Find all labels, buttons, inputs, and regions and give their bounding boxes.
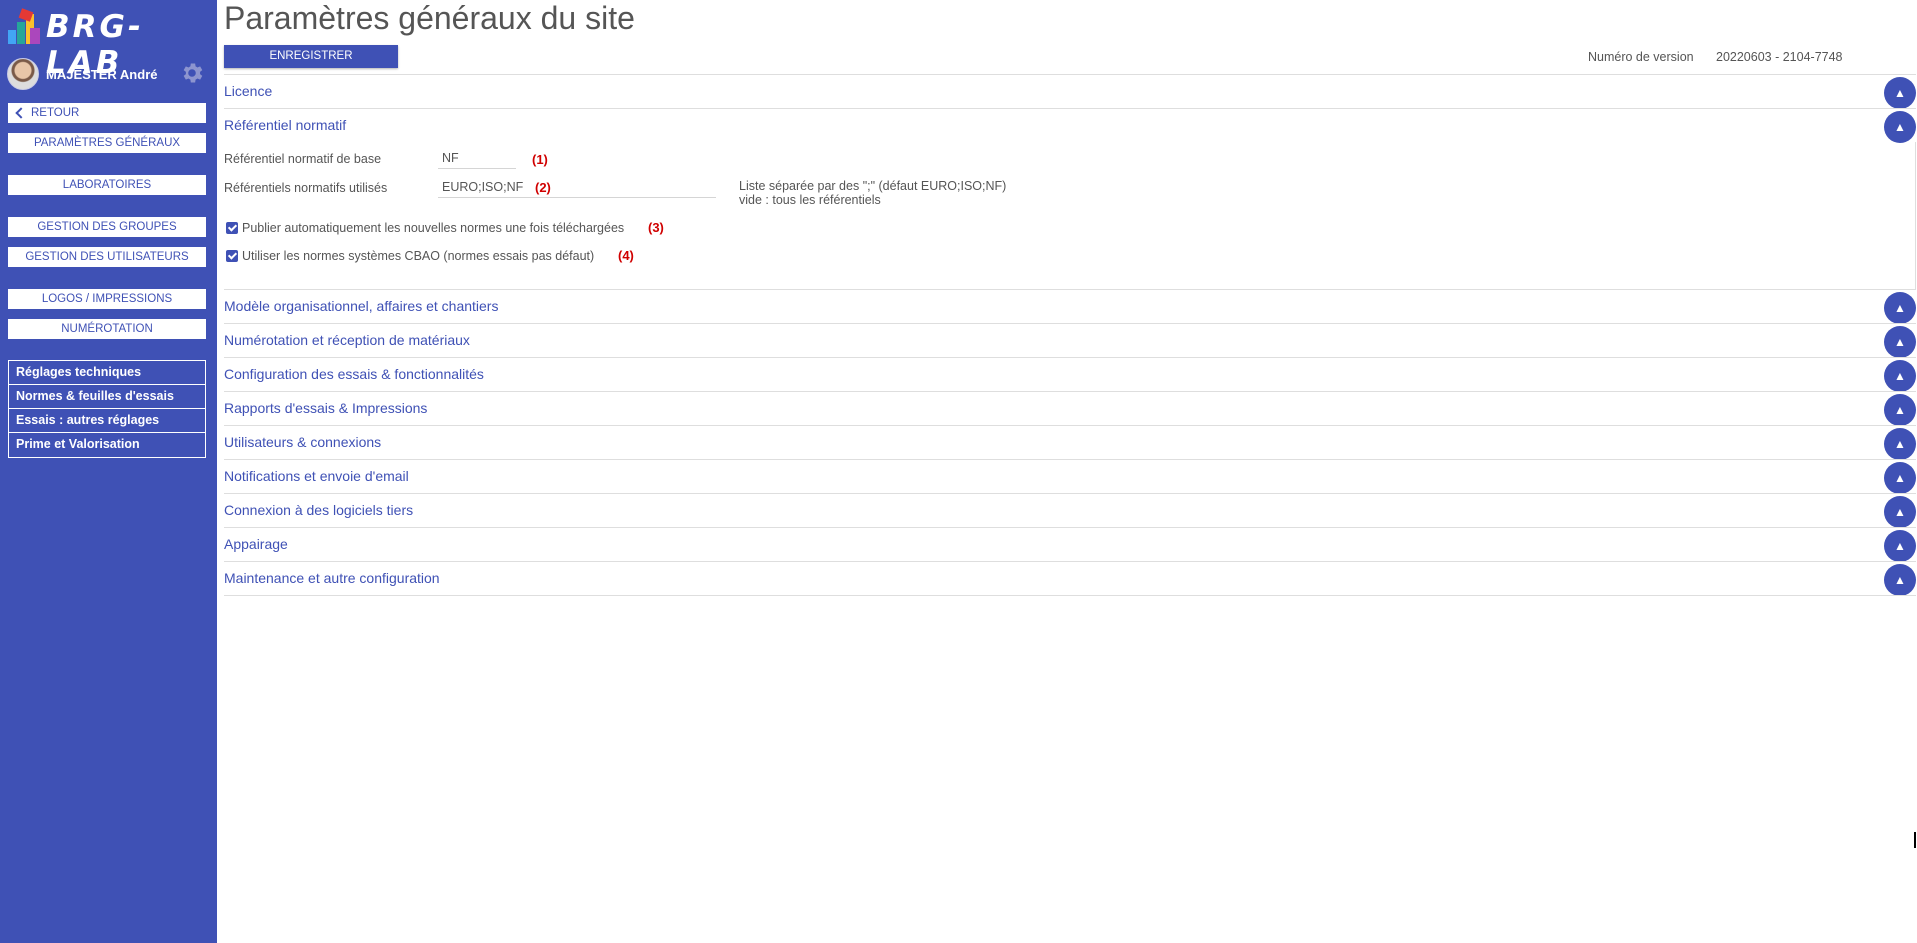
section-label: Maintenance et autre configuration xyxy=(224,570,440,586)
save-button[interactable]: ENREGISTRER xyxy=(224,45,398,68)
section-label: Numérotation et réception de matériaux xyxy=(224,332,470,348)
used-referentiels-input[interactable] xyxy=(438,177,716,198)
sidebar-item-prime-valorisation[interactable]: Prime et Valorisation xyxy=(9,433,205,457)
publish-auto-label[interactable]: Publier automatiquement les nouvelles no… xyxy=(242,221,624,235)
referentiel-normatif-panel: Référentiel normatif de base (1) Référen… xyxy=(224,142,1916,289)
used-referentiels-hint: Liste séparée par des ";" (défaut EURO;I… xyxy=(739,179,1007,193)
nav-parametres-generaux-button[interactable]: PARAMÈTRES GÉNÉRAUX xyxy=(8,133,206,153)
note-marker-2: (2) xyxy=(535,180,551,195)
collapse-toggle-icon[interactable]: ▲ xyxy=(1884,77,1916,109)
avatar[interactable] xyxy=(7,58,39,90)
use-cbao-norms-checkbox[interactable] xyxy=(226,250,238,262)
collapse-toggle-icon[interactable]: ▲ xyxy=(1884,564,1916,596)
back-button[interactable]: RETOUR xyxy=(8,103,206,123)
sidebar-item-essais-reglages[interactable]: Essais : autres réglages xyxy=(9,409,205,433)
collapse-toggle-icon[interactable]: ▲ xyxy=(1884,530,1916,562)
section-label: Appairage xyxy=(224,536,288,552)
base-referentiel-input[interactable] xyxy=(438,148,516,169)
text-cursor xyxy=(1914,832,1916,848)
use-cbao-norms-label[interactable]: Utiliser les normes systèmes CBAO (norme… xyxy=(242,249,594,263)
section-label: Configuration des essais & fonctionnalit… xyxy=(224,366,484,382)
section-appairage[interactable]: Appairage ▲ xyxy=(224,527,1916,562)
version-label: Numéro de version xyxy=(1588,50,1694,64)
page-title: Paramètres généraux du site xyxy=(224,0,635,36)
note-marker-1: (1) xyxy=(532,152,548,167)
chevron-left-icon xyxy=(15,107,27,119)
collapse-toggle-icon[interactable]: ▲ xyxy=(1884,462,1916,494)
nav-gestion-groupes-button[interactable]: GESTION DES GROUPES xyxy=(8,217,206,237)
back-button-label: RETOUR xyxy=(31,107,80,119)
section-label: Utilisateurs & connexions xyxy=(224,434,382,450)
collapse-toggle-icon[interactable]: ▲ xyxy=(1884,326,1916,358)
version-value: 20220603 - 2104-7748 xyxy=(1716,50,1843,64)
section-modele-organisationnel[interactable]: Modèle organisationnel, affaires et chan… xyxy=(224,289,1916,324)
sidebar-item-normes-feuilles[interactable]: Normes & feuilles d'essais xyxy=(9,385,205,409)
section-label: Licence xyxy=(224,83,273,99)
section-label: Rapports d'essais & Impressions xyxy=(224,400,428,416)
collapse-toggle-icon[interactable]: ▲ xyxy=(1884,428,1916,460)
brg-lab-logo[interactable]: BRG-LAB xyxy=(6,6,211,81)
section-rapports-impressions[interactable]: Rapports d'essais & Impressions ▲ xyxy=(224,391,1916,426)
collapse-toggle-icon[interactable]: ▲ xyxy=(1884,111,1916,143)
used-referentiels-label: Référentiels normatifs utilisés xyxy=(224,181,388,195)
section-label: Notifications et envoie d'email xyxy=(224,468,409,484)
section-configuration-essais[interactable]: Configuration des essais & fonctionnalit… xyxy=(224,357,1916,392)
nav-numerotation-button[interactable]: NUMÉROTATION xyxy=(8,319,206,339)
user-profile: MAJESTER André xyxy=(7,58,212,90)
user-name: MAJESTER André xyxy=(46,67,158,82)
logo-icon xyxy=(6,8,42,44)
section-numerotation-reception[interactable]: Numérotation et réception de matériaux ▲ xyxy=(224,323,1916,358)
used-referentiels-hint-empty: vide : tous les référentiels xyxy=(739,193,881,207)
technical-settings-menu: Réglages techniques Normes & feuilles d'… xyxy=(8,360,206,458)
section-logiciels-tiers[interactable]: Connexion à des logiciels tiers ▲ xyxy=(224,493,1916,528)
main-content: Paramètres généraux du site ENREGISTRER … xyxy=(224,0,1917,943)
section-utilisateurs-connexions[interactable]: Utilisateurs & connexions ▲ xyxy=(224,425,1916,460)
collapse-toggle-icon[interactable]: ▲ xyxy=(1884,496,1916,528)
divider xyxy=(224,595,1916,596)
base-referentiel-label: Référentiel normatif de base xyxy=(224,152,382,166)
note-marker-3: (3) xyxy=(648,220,664,235)
nav-logos-impressions-button[interactable]: LOGOS / IMPRESSIONS xyxy=(8,289,206,309)
collapse-toggle-icon[interactable]: ▲ xyxy=(1884,292,1916,324)
section-label: Connexion à des logiciels tiers xyxy=(224,502,414,518)
nav-laboratoires-button[interactable]: LABORATOIRES xyxy=(8,175,206,195)
publish-auto-checkbox[interactable] xyxy=(226,222,238,234)
note-marker-4: (4) xyxy=(618,248,634,263)
nav-gestion-utilisateurs-button[interactable]: GESTION DES UTILISATEURS xyxy=(8,247,206,267)
section-notifications-email[interactable]: Notifications et envoie d'email ▲ xyxy=(224,459,1916,494)
collapse-toggle-icon[interactable]: ▲ xyxy=(1884,360,1916,392)
gear-icon[interactable] xyxy=(179,60,205,86)
sidebar: BRG-LAB MAJESTER André RETOUR PARAMÈTRES… xyxy=(0,0,217,943)
section-referentiel-normatif[interactable]: Référentiel normatif ▲ xyxy=(224,108,1916,143)
section-maintenance[interactable]: Maintenance et autre configuration ▲ xyxy=(224,561,1916,596)
section-label: Modèle organisationnel, affaires et chan… xyxy=(224,298,499,314)
sidebar-item-reglages-techniques[interactable]: Réglages techniques xyxy=(9,361,205,385)
section-licence[interactable]: Licence ▲ xyxy=(224,74,1916,109)
section-label: Référentiel normatif xyxy=(224,117,347,133)
collapse-toggle-icon[interactable]: ▲ xyxy=(1884,394,1916,426)
